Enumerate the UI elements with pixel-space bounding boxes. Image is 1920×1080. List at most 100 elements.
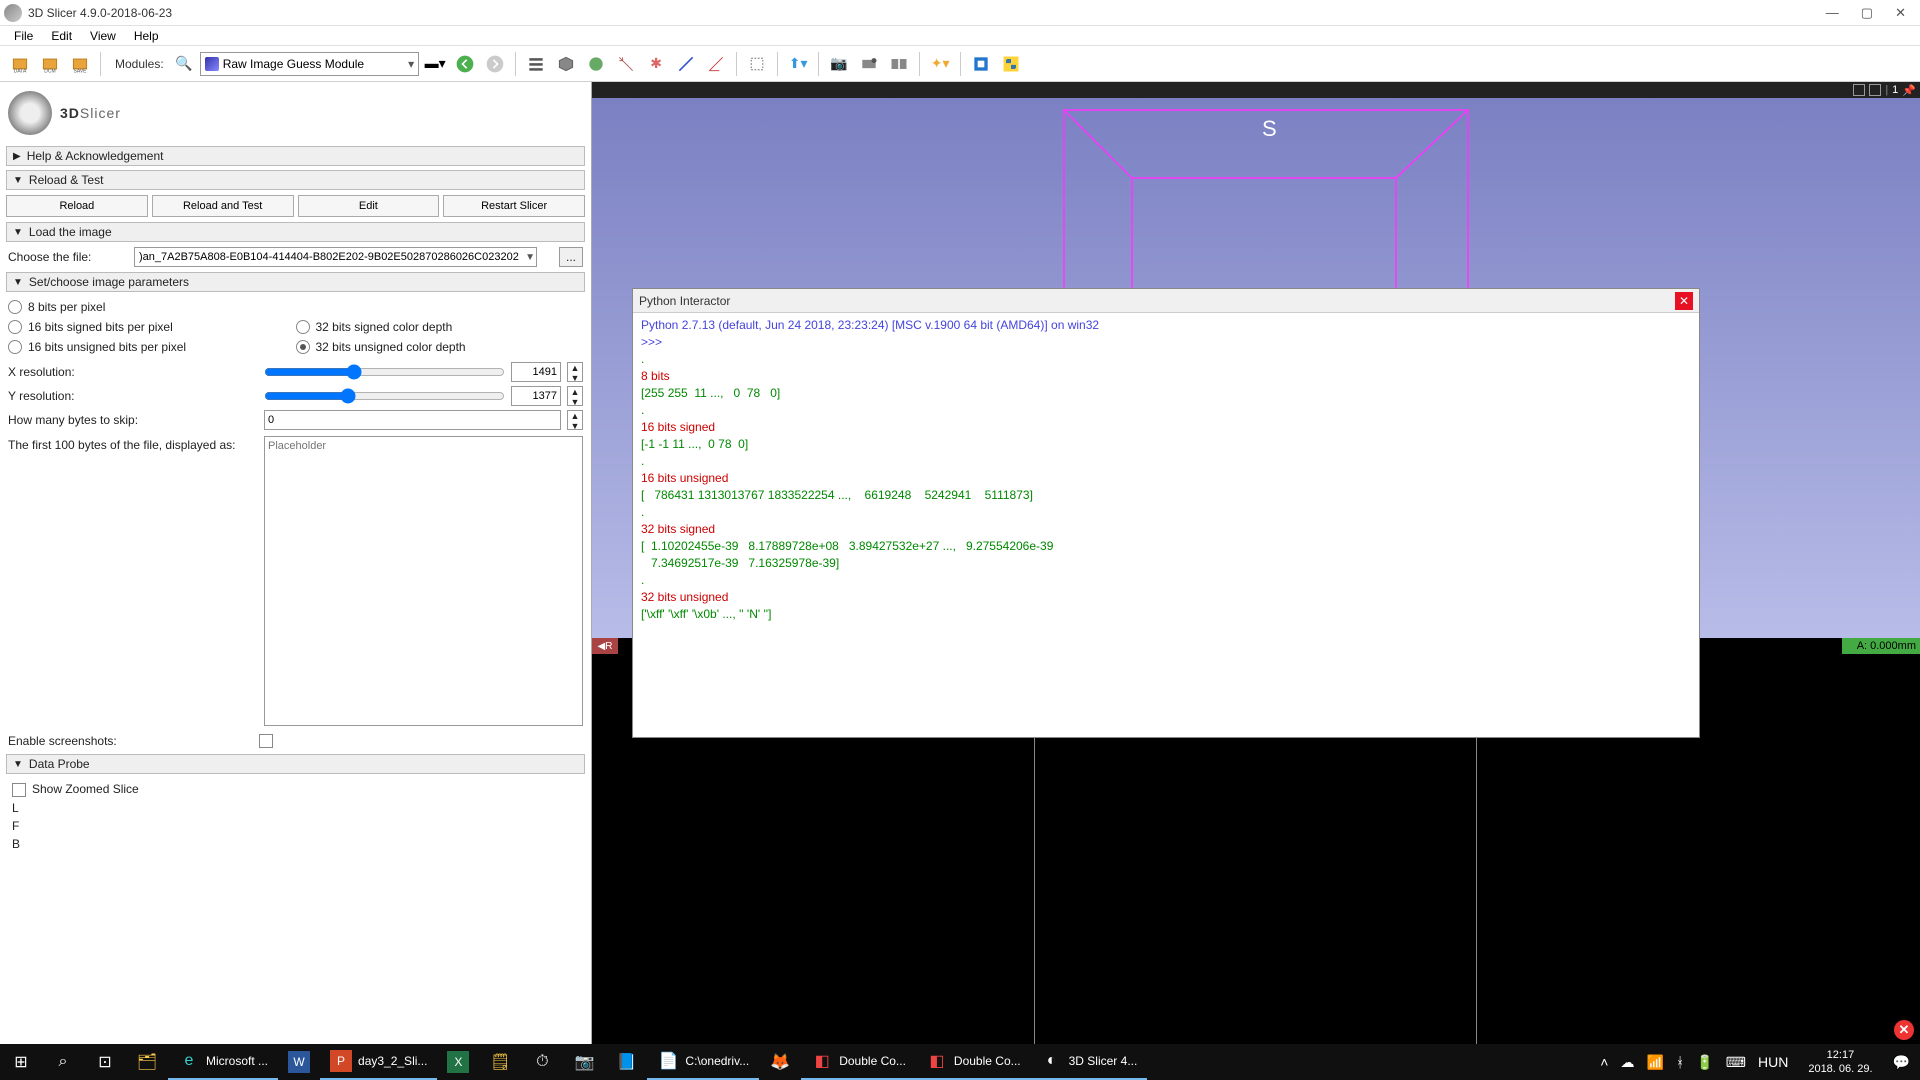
x-resolution-spinner[interactable]: ▲▼	[567, 362, 583, 382]
ruler-icon[interactable]	[672, 50, 700, 78]
edit-button[interactable]: Edit	[298, 195, 440, 217]
reload-button[interactable]: Reload	[6, 195, 148, 217]
taskbar-edge[interactable]: eMicrosoft ...	[168, 1044, 278, 1080]
start-button[interactable]: ⊞	[0, 1044, 42, 1080]
y-resolution-spinner[interactable]: ▲▼	[567, 386, 583, 406]
radio-32bit-signed[interactable]	[296, 320, 310, 334]
angle-icon[interactable]	[702, 50, 730, 78]
view-maximize-icon[interactable]	[1869, 84, 1881, 96]
minimize-button[interactable]: —	[1826, 5, 1839, 21]
tray-keyboard-icon[interactable]: ⌨	[1726, 1054, 1746, 1071]
error-indicator-icon[interactable]: ✕	[1894, 1020, 1914, 1040]
radio-16bit-unsigned[interactable]	[8, 340, 22, 354]
load-dicom-button[interactable]: DCM	[36, 50, 64, 78]
choose-file-label: Choose the file:	[8, 250, 128, 264]
skip-bytes-input[interactable]	[264, 410, 561, 430]
module-selector[interactable]: Raw Image Guess Module ▾	[200, 52, 419, 76]
section-data-probe[interactable]: ▼Data Probe	[6, 754, 585, 774]
enable-screenshots-label: Enable screenshots:	[8, 734, 117, 748]
taskbar-taskview[interactable]: ⊡	[84, 1044, 126, 1080]
show-zoomed-checkbox[interactable]	[12, 783, 26, 797]
taskbar-alarm[interactable]: ⏱	[521, 1044, 563, 1080]
tray-battery-icon[interactable]: 🔋	[1696, 1054, 1713, 1071]
file-browse-button[interactable]: ...	[559, 247, 583, 267]
python-icon[interactable]	[997, 50, 1025, 78]
y-resolution-slider[interactable]	[264, 388, 505, 404]
module-menu-button[interactable]: ▬▾	[421, 50, 449, 78]
taskbar-word[interactable]: W	[278, 1044, 320, 1080]
menu-bar: File Edit View Help	[0, 26, 1920, 46]
taskbar-doublecmd-1[interactable]: ◧Double Co...	[801, 1044, 916, 1080]
probe-icon[interactable]: ⬆▾	[784, 50, 812, 78]
tray-wifi-icon[interactable]: 📶	[1646, 1054, 1663, 1071]
roi-icon[interactable]	[743, 50, 771, 78]
view-pin-icon[interactable]: 📌	[1902, 84, 1916, 97]
crosshair-icon[interactable]: ✱	[642, 50, 670, 78]
first-bytes-label: The first 100 bytes of the file, display…	[8, 436, 258, 452]
file-dropdown-icon[interactable]: ▼	[525, 252, 535, 263]
extensions-icon[interactable]	[967, 50, 995, 78]
python-output[interactable]: Python 2.7.13 (default, Jun 24 2018, 23:…	[633, 313, 1699, 627]
radio-8bit[interactable]	[8, 300, 22, 314]
load-data-button[interactable]: DATA	[6, 50, 34, 78]
maximize-button[interactable]: ▢	[1861, 5, 1873, 21]
taskbar-reader[interactable]: 📘	[605, 1044, 647, 1080]
tray-language[interactable]: HUN	[1758, 1054, 1788, 1070]
slice-r-tab[interactable]: ◀ R	[592, 638, 618, 654]
menu-edit[interactable]: Edit	[43, 27, 80, 45]
volume-rendering-icon[interactable]	[552, 50, 580, 78]
nav-forward-button[interactable]	[481, 50, 509, 78]
x-resolution-slider[interactable]	[264, 364, 505, 380]
taskbar-camera[interactable]: 📷	[563, 1044, 605, 1080]
tray-bluetooth-icon[interactable]: ᚼ	[1676, 1054, 1684, 1070]
section-load-image[interactable]: ▼Load the image	[6, 222, 585, 242]
first-bytes-textarea[interactable]	[264, 436, 583, 726]
radio-16bit-unsigned-label: 16 bits unsigned bits per pixel	[28, 340, 186, 354]
python-close-button[interactable]: ✕	[1675, 292, 1693, 310]
show-zoomed-label: Show Zoomed Slice	[32, 782, 139, 796]
restart-slicer-button[interactable]: Restart Slicer	[443, 195, 585, 217]
taskbar-powerpoint[interactable]: Pday3_2_Sli...	[320, 1044, 437, 1080]
module-search-icon[interactable]: 🔍	[170, 50, 198, 78]
tray-clock[interactable]: 12:17 2018. 06. 29.	[1800, 1048, 1880, 1076]
models-icon[interactable]	[582, 50, 610, 78]
taskbar-doublecmd-2[interactable]: ◧Double Co...	[916, 1044, 1031, 1080]
scene-view-icon[interactable]	[855, 50, 883, 78]
reload-and-test-button[interactable]: Reload and Test	[152, 195, 294, 217]
taskbar-explorer[interactable]: 🗂	[126, 1044, 168, 1080]
save-button[interactable]: SAVE	[66, 50, 94, 78]
section-reload-test[interactable]: ▼Reload & Test	[6, 170, 585, 190]
layout-button[interactable]	[522, 50, 550, 78]
window-title: 3D Slicer 4.9.0-2018-06-23	[28, 6, 172, 20]
tray-onedrive-icon[interactable]: ☁	[1620, 1054, 1634, 1071]
enable-screenshots-checkbox[interactable]	[259, 734, 273, 748]
menu-view[interactable]: View	[82, 27, 124, 45]
fiducial-icon[interactable]: ✦▾	[926, 50, 954, 78]
markups-icon[interactable]	[612, 50, 640, 78]
slice-a-bar[interactable]: A: 0.000mm	[1842, 638, 1920, 654]
compare-icon[interactable]	[885, 50, 913, 78]
section-image-params[interactable]: ▼Set/choose image parameters	[6, 272, 585, 292]
taskbar-sticky[interactable]: 🗒	[479, 1044, 521, 1080]
file-path-input[interactable]	[134, 247, 537, 267]
tray-notifications-icon[interactable]: 💬	[1893, 1054, 1910, 1071]
taskbar-notepad[interactable]: 📄C:\onedriv...	[647, 1044, 759, 1080]
radio-16bit-signed[interactable]	[8, 320, 22, 334]
radio-32bit-unsigned[interactable]	[296, 340, 310, 354]
taskbar-slicer[interactable]: ◐3D Slicer 4...	[1031, 1044, 1148, 1080]
menu-file[interactable]: File	[6, 27, 41, 45]
taskbar-search[interactable]: ⌕	[42, 1044, 84, 1080]
x-resolution-input[interactable]	[511, 362, 561, 382]
tray-overflow-icon[interactable]: ˄	[1600, 1054, 1608, 1070]
section-help[interactable]: ▶Help & Acknowledgement	[6, 146, 585, 166]
close-button[interactable]: ✕	[1895, 5, 1906, 21]
nav-back-button[interactable]	[451, 50, 479, 78]
menu-help[interactable]: Help	[126, 27, 167, 45]
taskbar-firefox[interactable]: 🦊	[759, 1044, 801, 1080]
y-resolution-input[interactable]	[511, 386, 561, 406]
svg-text:SAVE: SAVE	[74, 68, 88, 74]
skip-bytes-spinner[interactable]: ▲▼	[567, 410, 583, 430]
taskbar-excel[interactable]: X	[437, 1044, 479, 1080]
screenshot-icon[interactable]: 📷	[825, 50, 853, 78]
view-link-icon[interactable]	[1853, 84, 1865, 96]
